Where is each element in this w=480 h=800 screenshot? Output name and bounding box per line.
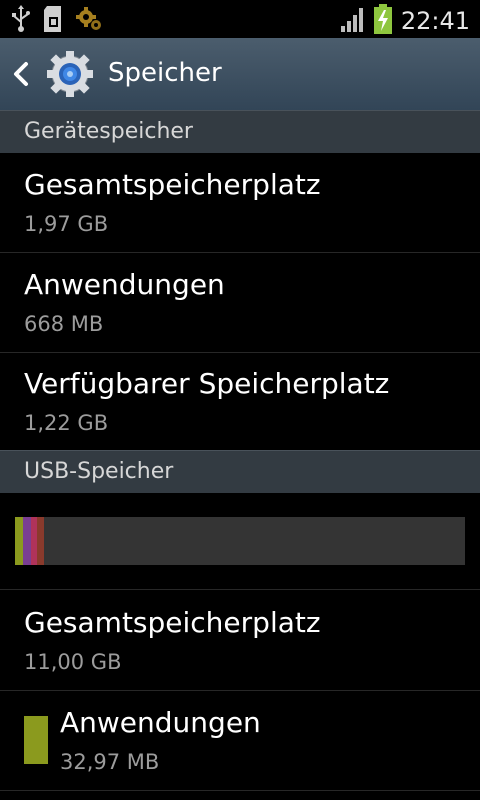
signal-icon	[339, 6, 365, 36]
usb-storage-usage-bar	[15, 517, 465, 565]
list-item-usb-apps[interactable]: Anwendungen 32,97 MB	[0, 690, 480, 791]
clock: 22:41	[400, 7, 470, 35]
item-label: Gesamtspeicherplatz	[24, 606, 321, 639]
item-value: 11,00 GB	[24, 650, 122, 674]
item-value: 1,22 GB	[24, 411, 109, 435]
item-label: Anwendungen	[60, 706, 261, 739]
color-swatch	[24, 716, 48, 764]
settings-gear-icon	[47, 51, 93, 97]
battery-charging-icon	[373, 4, 393, 38]
list-item-device-available[interactable]: Verfügbarer Speicherplatz 1,22 GB	[0, 351, 480, 450]
usage-bar-segment	[36, 517, 44, 565]
list-item-device-apps[interactable]: Anwendungen 668 MB	[0, 252, 480, 353]
page-title: Speicher	[108, 58, 222, 88]
usage-bar-segment	[23, 517, 32, 565]
status-bar: 22:41	[0, 0, 480, 38]
sd-card-icon	[42, 5, 66, 37]
section-title: Gerätespeicher	[24, 119, 193, 144]
item-value: 668 MB	[24, 312, 104, 336]
list-item-device-total[interactable]: Gesamtspeicherplatz 1,97 GB	[0, 152, 480, 253]
back-icon[interactable]	[10, 58, 32, 90]
item-value: 32,97 MB	[60, 750, 160, 774]
section-header-usb-storage: USB-Speicher	[0, 450, 480, 493]
item-label: Anwendungen	[24, 268, 225, 301]
item-label: Gesamtspeicherplatz	[24, 168, 321, 201]
usage-bar-segment	[15, 517, 24, 565]
gear-notification-icon	[76, 5, 104, 37]
item-value: 1,97 GB	[24, 212, 109, 236]
action-bar: Speicher	[0, 38, 480, 111]
list-item-usb-total[interactable]: Gesamtspeicherplatz 11,00 GB	[0, 590, 480, 691]
section-header-device-storage: Gerätespeicher	[0, 110, 480, 153]
item-label: Verfügbarer Speicherplatz	[24, 367, 390, 400]
section-title: USB-Speicher	[24, 459, 174, 484]
usb-icon	[10, 5, 32, 37]
